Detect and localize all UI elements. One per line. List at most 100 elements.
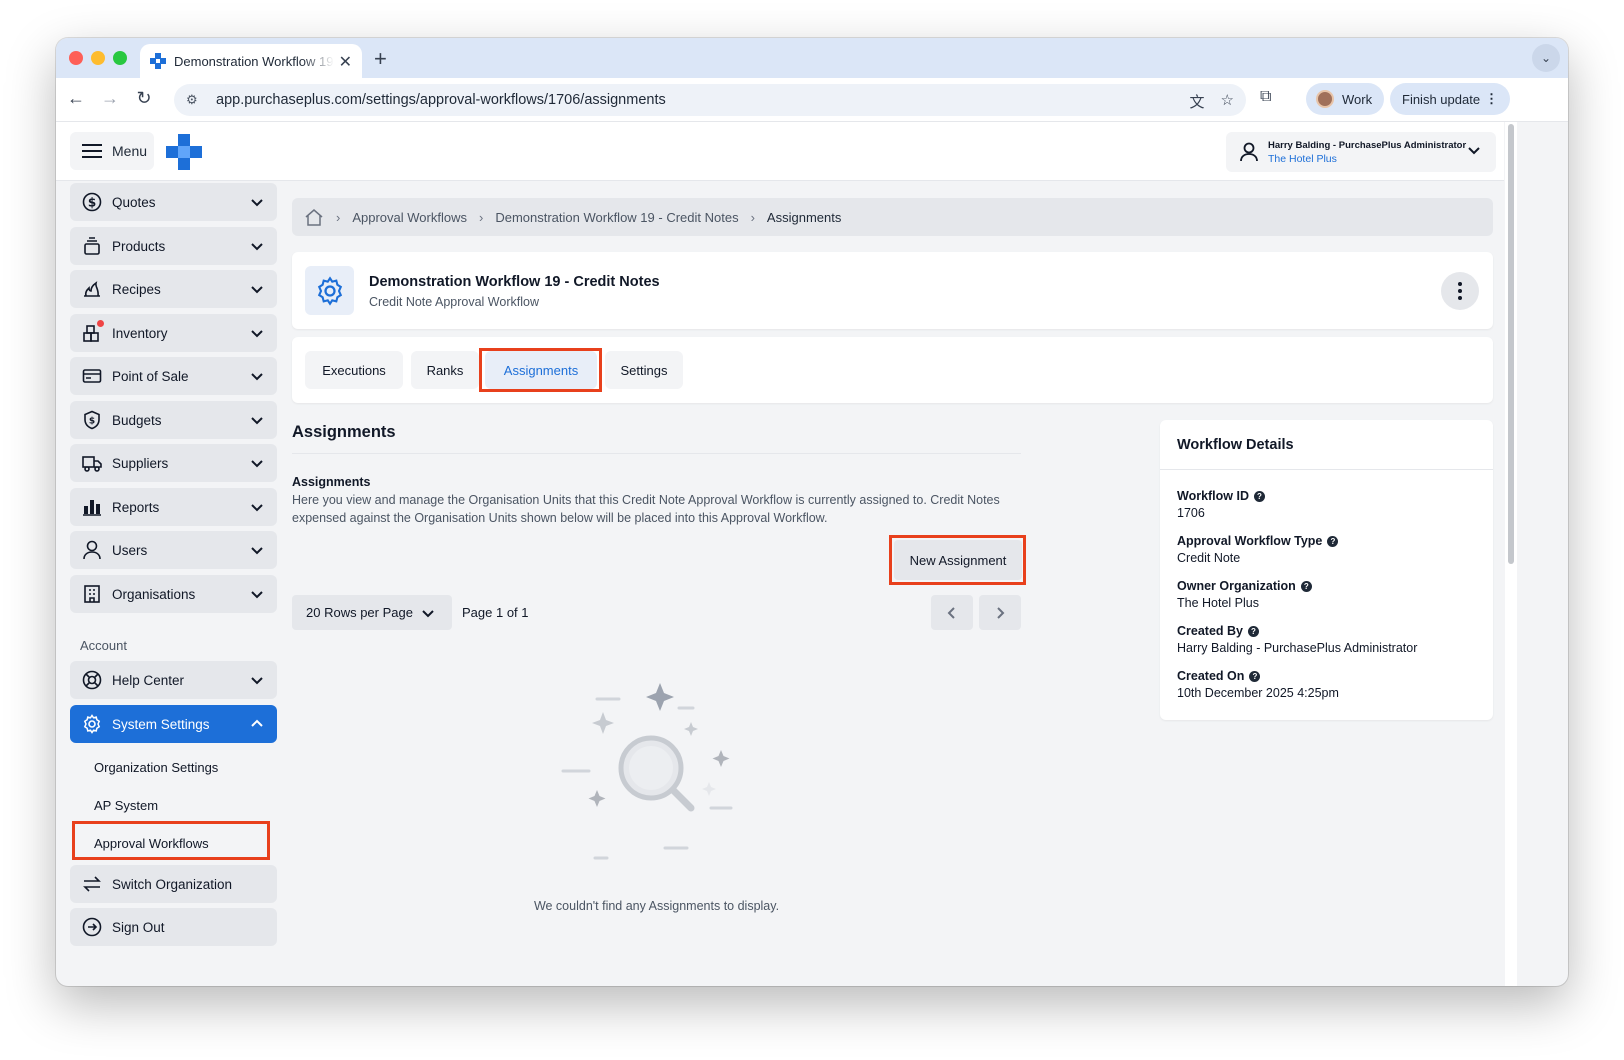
chevron-down-icon bbox=[251, 504, 263, 512]
forward-arrow-icon[interactable]: → bbox=[98, 88, 122, 109]
page-title: Demonstration Workflow 19 - Credit Notes bbox=[369, 274, 660, 290]
tab-executions[interactable]: Executions bbox=[305, 351, 403, 389]
close-tab-icon[interactable]: ✕ bbox=[339, 52, 352, 72]
sidebar-item-label: Users bbox=[112, 542, 148, 558]
sidebar-item-budgets[interactable]: $ Budgets bbox=[70, 401, 277, 439]
user-name: Harry Balding - PurchasePlus Administrat… bbox=[1268, 139, 1467, 151]
tab-search-chevron-icon[interactable]: ⌄ bbox=[1532, 44, 1560, 72]
profile-button[interactable]: Work bbox=[1306, 83, 1384, 115]
building-icon bbox=[82, 584, 102, 604]
sidebar-item-point-of-sale[interactable]: Point of Sale bbox=[70, 357, 277, 395]
site-settings-icon[interactable]: ⚙ bbox=[186, 92, 206, 108]
sidebar-item-products[interactable]: Products bbox=[70, 227, 277, 265]
sidebar-item-quotes[interactable]: $ Quotes bbox=[70, 183, 277, 221]
tab-title: Demonstration Workflow 19 - Credit Notes bbox=[174, 53, 334, 69]
user-menu[interactable]: Harry Balding - PurchasePlus Administrat… bbox=[1226, 132, 1496, 172]
chevron-down-icon bbox=[251, 199, 263, 207]
empty-search-illustration bbox=[561, 683, 733, 860]
sidebar-item-reports[interactable]: Reports bbox=[70, 488, 277, 526]
bookmark-star-icon[interactable]: ☆ bbox=[1221, 91, 1234, 112]
menu-button[interactable]: Menu bbox=[70, 132, 154, 170]
sidebar-sub-organization-settings[interactable]: Organization Settings bbox=[94, 760, 218, 775]
divider bbox=[292, 453, 1021, 454]
dollar-circle-icon: $ bbox=[82, 192, 102, 212]
detail-label: Created On? bbox=[1177, 669, 1261, 683]
user-organisation: The Hotel Plus bbox=[1268, 152, 1337, 165]
help-question-icon[interactable]: ? bbox=[1300, 580, 1312, 592]
chevron-down-icon bbox=[251, 330, 263, 338]
sidebar-sub-ap-system[interactable]: AP System bbox=[94, 798, 158, 813]
breadcrumb-workflow[interactable]: Demonstration Workflow 19 - Credit Notes bbox=[495, 210, 738, 225]
sidebar-item-recipes[interactable]: Recipes bbox=[70, 270, 277, 308]
previous-page-button[interactable] bbox=[931, 595, 973, 630]
highlight-box bbox=[72, 821, 270, 860]
help-question-icon[interactable]: ? bbox=[1327, 535, 1339, 547]
extensions-puzzle-icon[interactable]: ⧉ bbox=[1260, 88, 1271, 106]
detail-label: Approval Workflow Type? bbox=[1177, 534, 1339, 548]
empty-state-message: We couldn't find any Assignments to disp… bbox=[533, 899, 780, 913]
tab-ranks[interactable]: Ranks bbox=[411, 351, 479, 389]
box-stack-icon bbox=[82, 236, 102, 256]
minimize-window-button[interactable] bbox=[91, 51, 105, 65]
more-options-button[interactable] bbox=[1441, 272, 1479, 310]
chevron-down-icon bbox=[251, 460, 263, 468]
finish-update-label: Finish update bbox=[1402, 91, 1481, 107]
back-arrow-icon[interactable]: ← bbox=[64, 88, 88, 109]
sidebar-item-users[interactable]: Users bbox=[70, 531, 277, 569]
svg-text:$: $ bbox=[89, 417, 95, 427]
breadcrumb-approval-workflows[interactable]: Approval Workflows bbox=[352, 210, 467, 225]
truck-icon bbox=[82, 453, 102, 473]
sidebar-item-system-settings[interactable]: System Settings bbox=[70, 705, 277, 743]
account-heading: Account bbox=[80, 638, 127, 653]
sidebar-item-label: Help Center bbox=[112, 672, 185, 688]
hamburger-icon bbox=[82, 144, 102, 158]
next-page-button[interactable] bbox=[979, 595, 1021, 630]
bar-chart-icon bbox=[82, 497, 102, 517]
reload-icon[interactable]: ↻ bbox=[132, 88, 156, 109]
finish-update-button[interactable]: Finish update ⋮ bbox=[1390, 83, 1510, 115]
chevron-right-icon: › bbox=[336, 209, 341, 225]
sidebar-item-inventory[interactable]: Inventory bbox=[70, 314, 277, 352]
browser-tab[interactable]: Demonstration Workflow 19 - Credit Notes… bbox=[140, 44, 362, 78]
help-question-icon[interactable]: ? bbox=[1248, 625, 1259, 637]
sidebar-item-label: Reports bbox=[112, 499, 160, 515]
close-window-button[interactable] bbox=[69, 51, 83, 65]
tab-settings[interactable]: Settings bbox=[605, 351, 683, 389]
sidebar-item-label: Sign Out bbox=[112, 919, 165, 935]
user-icon bbox=[82, 540, 102, 560]
purchaseplus-favicon-icon bbox=[150, 53, 166, 69]
assignments-description: Here you view and manage the Organisatio… bbox=[292, 493, 1000, 525]
translate-icon[interactable]: 文 bbox=[1190, 91, 1205, 112]
home-icon[interactable] bbox=[304, 207, 324, 227]
chevron-right-icon: › bbox=[750, 209, 755, 225]
scrollbar-thumb[interactable] bbox=[1508, 124, 1514, 564]
rows-per-page-select[interactable]: 20 Rows per Page bbox=[292, 595, 452, 630]
detail-value: Credit Note bbox=[1177, 551, 1241, 565]
browser-toolbar: ← → ↻ ⚙ app.purchaseplus.com/settings/ap… bbox=[56, 78, 1568, 122]
detail-value: Harry Balding - PurchasePlus Administrat… bbox=[1177, 641, 1418, 655]
sidebar-item-suppliers[interactable]: Suppliers bbox=[70, 444, 277, 482]
gear-icon bbox=[82, 714, 102, 734]
new-tab-icon[interactable]: + bbox=[374, 46, 387, 72]
sidebar-item-help-center[interactable]: Help Center bbox=[70, 661, 277, 699]
workflow-tabs-card: Executions Ranks Assignments Settings bbox=[292, 337, 1493, 403]
browser-window: Demonstration Workflow 19 - Credit Notes… bbox=[56, 38, 1568, 986]
help-question-icon[interactable]: ? bbox=[1254, 490, 1265, 502]
page-scrollbar[interactable] bbox=[1505, 122, 1517, 986]
sidebar-item-organisations[interactable]: Organisations bbox=[70, 575, 277, 613]
maximize-window-button[interactable] bbox=[113, 51, 127, 65]
sidebar: $ Quotes Products Recipes Inventory Poin… bbox=[56, 181, 286, 986]
sidebar-item-label: Switch Organization bbox=[112, 876, 233, 892]
chevron-down-icon bbox=[251, 677, 263, 685]
sidebar-item-label: Budgets bbox=[112, 412, 162, 428]
chevron-down-icon bbox=[251, 547, 263, 555]
notification-dot bbox=[97, 320, 104, 327]
help-question-icon[interactable]: ? bbox=[1249, 670, 1261, 682]
shield-dollar-icon: $ bbox=[82, 410, 102, 430]
sidebar-item-sign-out[interactable]: Sign Out bbox=[70, 908, 277, 946]
address-bar[interactable]: ⚙ app.purchaseplus.com/settings/approval… bbox=[174, 84, 1246, 116]
sidebar-item-switch-organization[interactable]: Switch Organization bbox=[70, 865, 277, 903]
flame-icon bbox=[82, 279, 102, 299]
chevron-down-icon bbox=[251, 373, 263, 381]
sidebar-item-label: Inventory bbox=[112, 325, 168, 341]
